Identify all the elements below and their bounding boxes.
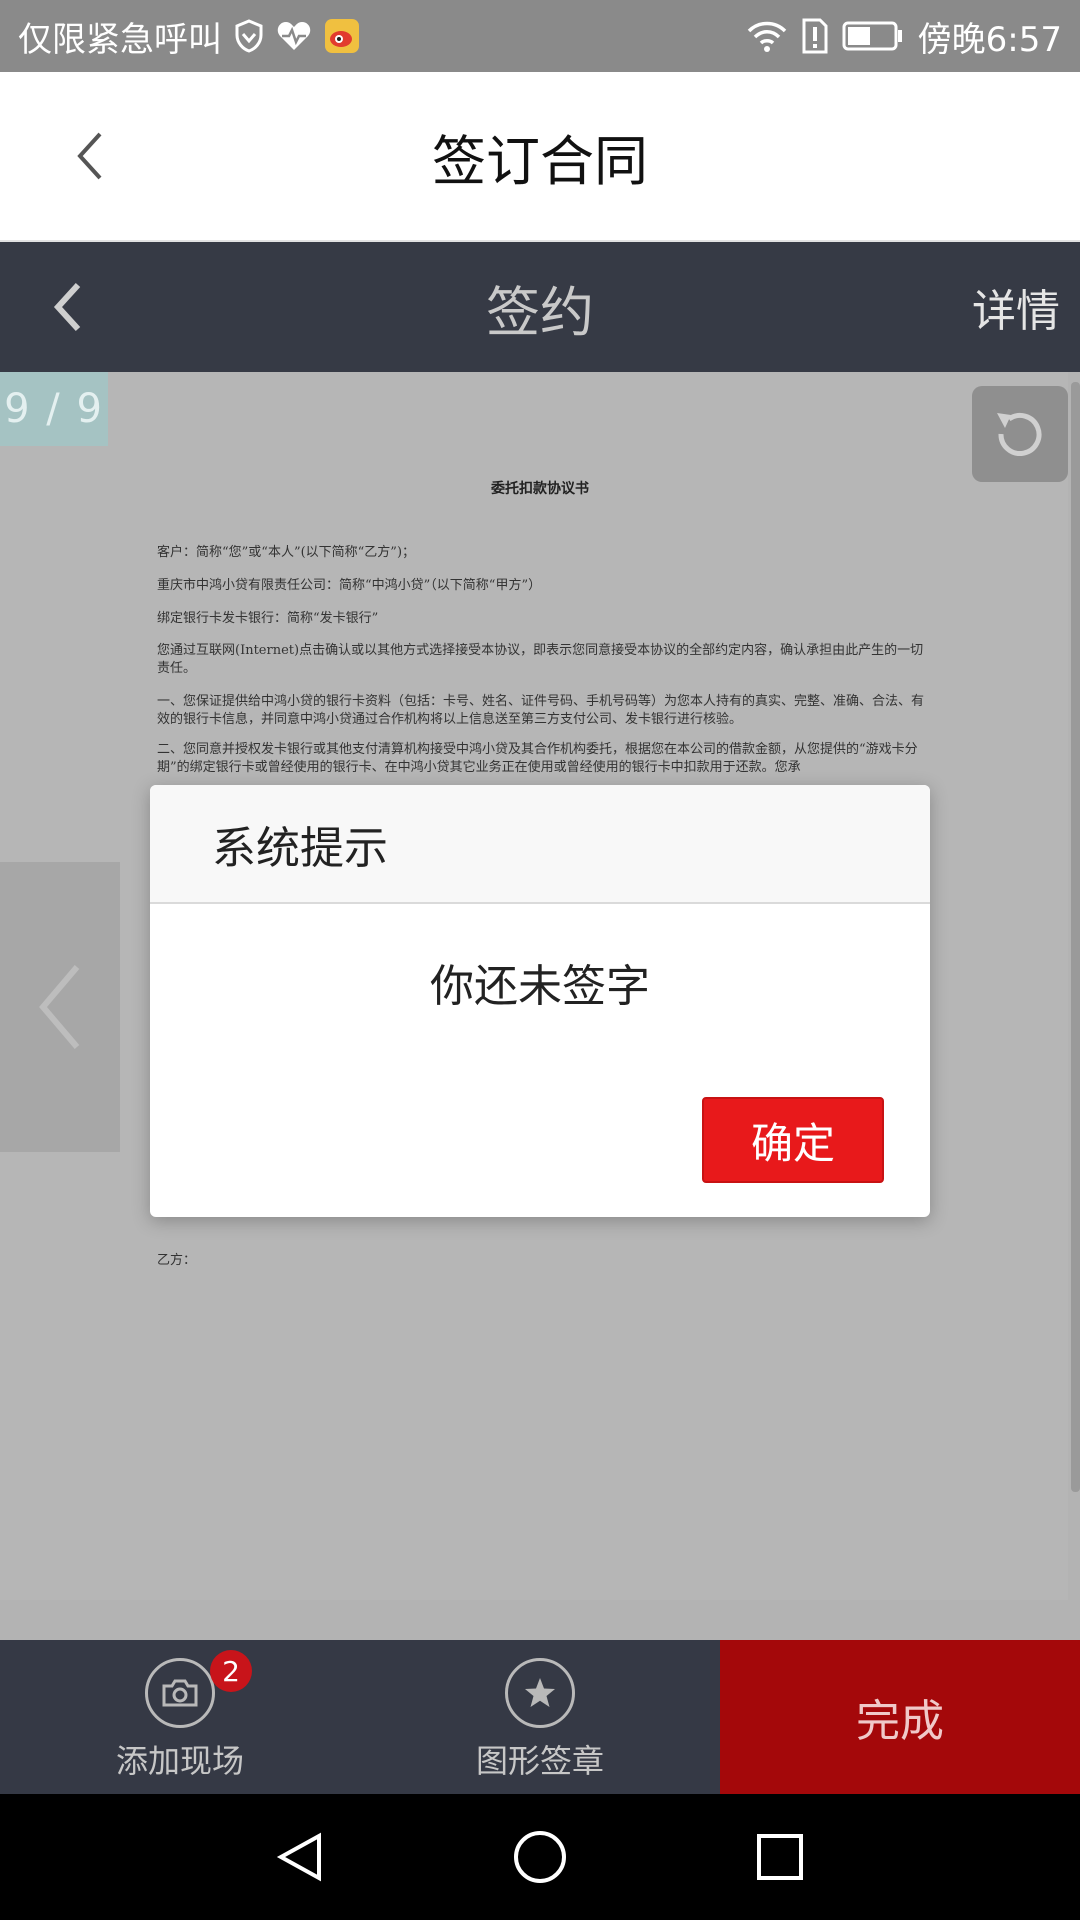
add-scene-label: 添加现场 <box>115 1742 244 1780</box>
nav-home-button[interactable] <box>500 1817 580 1897</box>
confirm-button[interactable]: 确定 <box>702 1097 884 1183</box>
back-arrow-icon <box>77 132 102 180</box>
finish-button[interactable]: 完成 <box>720 1640 1080 1794</box>
status-time: 傍晚6:57 <box>917 19 1062 60</box>
add-scene-badge: 2 <box>210 1650 252 1692</box>
dialog-message: 你还未签字 <box>430 961 650 1012</box>
weibo-icon <box>324 18 360 54</box>
page-title: 签订合同 <box>432 129 648 193</box>
graphic-seal-label: 图形签章 <box>475 1742 604 1780</box>
shield-icon <box>234 19 264 53</box>
star-icon-ring <box>505 1658 575 1728</box>
back-triangle-icon <box>276 1832 321 1882</box>
dialog-header: 系统提示 <box>150 785 930 904</box>
header-back-button[interactable] <box>50 116 130 196</box>
carrier-text: 仅限紧急呼叫 <box>18 19 222 60</box>
status-left: 仅限紧急呼叫 <box>18 0 360 72</box>
battery-icon <box>842 21 904 51</box>
camera-icon-ring <box>145 1658 215 1728</box>
system-nav-bar <box>0 1794 1080 1920</box>
bottom-action-bar: 添加现场 2 图形签章 完成 <box>0 1640 1080 1794</box>
dialog-title: 系统提示 <box>212 822 388 874</box>
app-header: 签订合同 <box>0 72 1080 242</box>
heartbeat-icon <box>276 20 312 52</box>
camera-icon <box>162 1679 198 1707</box>
graphic-seal-button[interactable]: 图形签章 <box>360 1640 720 1794</box>
status-right: 傍晚6:57 <box>746 0 1062 72</box>
add-scene-button[interactable]: 添加现场 <box>0 1640 360 1794</box>
wifi-icon <box>746 19 788 53</box>
system-dialog: 系统提示 你还未签字 确定 <box>150 785 930 1217</box>
recents-square-icon <box>757 1834 803 1880</box>
home-circle-icon <box>514 1831 566 1883</box>
alert-icon <box>802 18 828 54</box>
status-bar: 仅限紧急呼叫 傍晚6:57 <box>0 0 1080 72</box>
nav-recents-button[interactable] <box>740 1817 820 1897</box>
star-icon <box>525 1678 555 1707</box>
nav-back-button[interactable] <box>260 1817 340 1897</box>
